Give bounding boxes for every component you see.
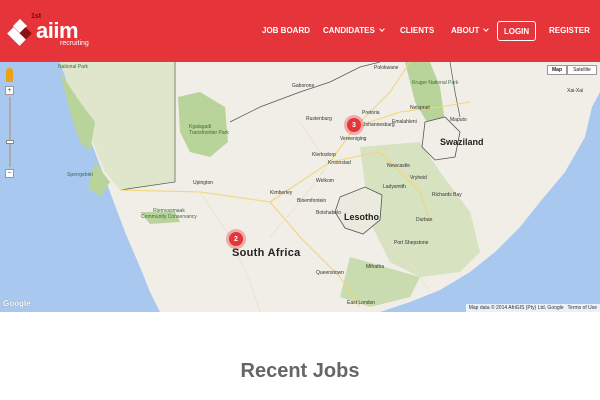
map-cluster-marker[interactable]: 3 — [344, 115, 364, 135]
map-label: Polokwane — [374, 65, 399, 71]
map-label: Vryheid — [410, 175, 427, 181]
map-label-south-africa: South Africa — [232, 247, 301, 259]
map-label: Port Shepstone — [394, 240, 429, 246]
map-label: Bloemfontein — [297, 198, 327, 204]
nav-about[interactable]: ABOUT — [451, 26, 490, 35]
logo-wordmark: aiim — [36, 18, 79, 43]
map-label: Durban — [416, 217, 433, 223]
recent-jobs-heading: Recent Jobs — [240, 360, 360, 382]
map-label: Johannesburg — [363, 122, 395, 128]
google-logo: Google — [3, 299, 31, 308]
chevron-down-icon — [483, 26, 490, 32]
map-label: Queenstown — [316, 270, 345, 276]
map-label: Rustenburg — [306, 116, 332, 122]
site-header: 1st aiim recruiting JOB BOARD CANDIDATES… — [0, 0, 600, 62]
cluster-count: 2 — [229, 232, 243, 246]
attribution-text: Map data © 2014 AfriGIS (Pty) Ltd, Googl… — [468, 305, 564, 311]
jobs-map[interactable]: + − Map Satellite National Park Kgalagad… — [0, 62, 600, 312]
map-label: Xai-Xai — [567, 88, 584, 94]
login-button[interactable]: LOGIN — [497, 21, 536, 41]
chevron-down-icon — [379, 26, 385, 32]
map-label: Upington — [193, 180, 214, 186]
map-label: Kruger National Park — [412, 80, 459, 86]
nav-clients[interactable]: CLIENTS — [400, 26, 434, 35]
nav-candidates-label: CANDIDATES — [323, 26, 375, 35]
map-label: Kroonstad — [328, 160, 351, 166]
nav-about-label: ABOUT — [451, 26, 480, 35]
street-view-pegman-icon[interactable] — [6, 68, 13, 82]
map-label: Mthatha — [366, 264, 385, 270]
map-label: Sperrgebiet — [67, 172, 93, 178]
nav-job-board-label: JOB BOARD — [262, 26, 311, 35]
map-label: Botshabelo — [316, 210, 342, 216]
terms-of-use-link[interactable]: Terms of Use — [568, 305, 597, 311]
map-label: Ladysmith — [383, 184, 406, 190]
logo-diamond-icon — [7, 19, 32, 46]
map-label: Welkom — [316, 178, 334, 184]
map-label: Maputo — [450, 117, 467, 123]
map-label-lesotho: Lesotho — [344, 212, 379, 222]
map-label: Emalahleni — [392, 119, 417, 125]
map-label: Vereeniging — [340, 136, 367, 142]
map-label: East London — [347, 300, 376, 306]
nav-clients-label: CLIENTS — [400, 26, 435, 35]
map-attribution: Map data © 2014 AfriGIS (Pty) Ltd, Googl… — [465, 304, 600, 312]
map-label: Newcastle — [387, 163, 411, 169]
map-label: Nelspruit — [410, 105, 430, 111]
zoom-in-button[interactable]: + — [5, 86, 14, 95]
zoom-out-button[interactable]: − — [5, 169, 14, 178]
map-label: Pretoria — [362, 110, 380, 116]
map-label: Riemvasmaak Community Conservancy — [141, 208, 197, 220]
cluster-count: 3 — [347, 118, 361, 132]
map-canvas — [0, 62, 600, 312]
zoom-slider-handle[interactable] — [6, 140, 14, 144]
map-label: Richards Bay — [432, 192, 462, 198]
map-label: National Park — [58, 64, 89, 70]
map-type-satellite-button[interactable]: Satellite — [567, 65, 597, 75]
map-label: Kimberley — [270, 190, 293, 196]
register-link[interactable]: REGISTER — [549, 26, 590, 35]
map-label-swaziland: Swaziland — [440, 137, 484, 147]
map-type-map-button[interactable]: Map — [547, 65, 567, 75]
map-label: Gaborone — [292, 83, 315, 89]
zoom-slider-track[interactable] — [9, 97, 11, 167]
nav-candidates[interactable]: CANDIDATES — [323, 26, 385, 35]
map-cluster-marker[interactable]: 2 — [226, 229, 246, 249]
map-label: Klerksdorp — [312, 152, 336, 158]
brand-logo[interactable]: 1st aiim recruiting — [7, 13, 99, 50]
nav-job-board[interactable]: JOB BOARD — [262, 26, 310, 35]
logo-subtitle: recruiting — [60, 40, 89, 47]
map-label: Kgalagadi Transfrontier Park — [189, 124, 229, 136]
